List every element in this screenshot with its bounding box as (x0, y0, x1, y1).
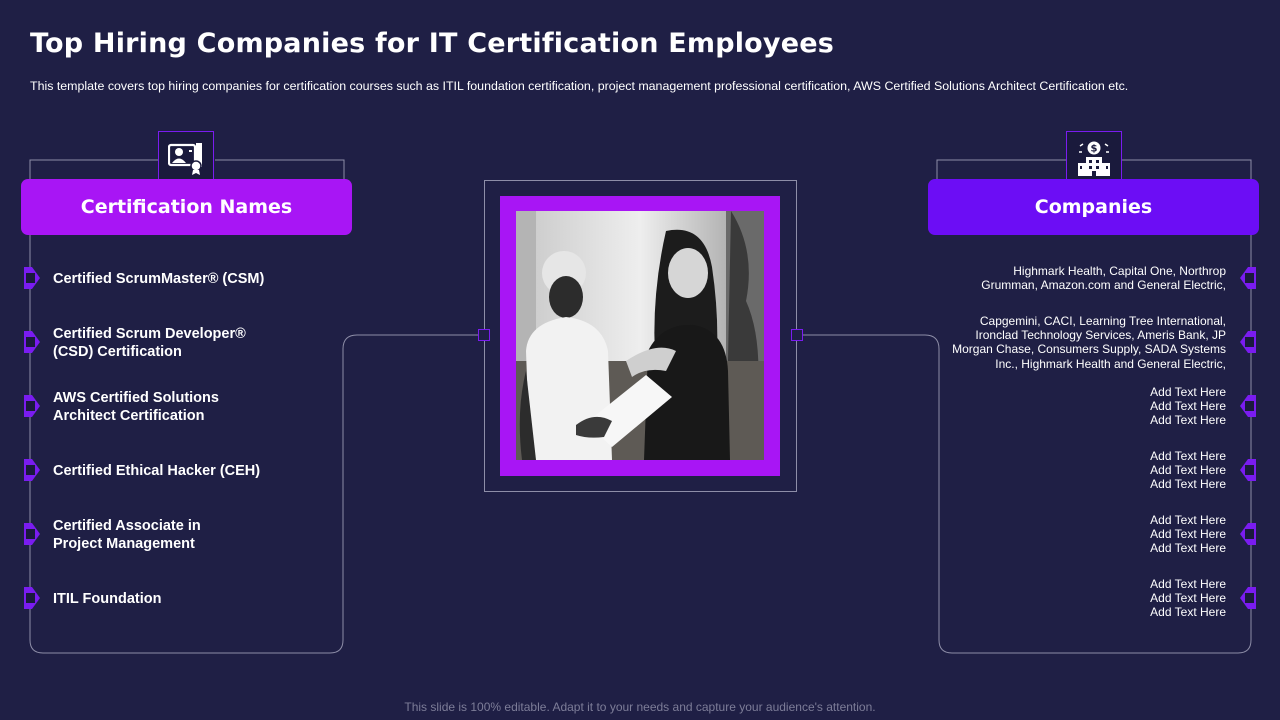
chevron-bullet-icon (1240, 459, 1256, 481)
certification-names-header: Certification Names (21, 179, 352, 235)
chevron-bullet-icon (1240, 587, 1256, 609)
company-item: Add Text Here Add Text Here Add Text Her… (1150, 577, 1226, 620)
bank-building-icon: $ (1078, 141, 1110, 176)
chevron-bullet-icon (24, 523, 40, 545)
connector-square (791, 329, 803, 341)
chevron-bullet-icon (1240, 523, 1256, 545)
slide-footer: This slide is 100% editable. Adapt it to… (404, 700, 876, 714)
chevron-bullet-icon (24, 587, 40, 609)
certification-item: Certified Ethical Hacker (CEH) (53, 463, 261, 479)
certification-item: Certified ScrumMaster® (CSM) (53, 271, 265, 287)
chevron-bullet-icon (24, 395, 40, 417)
company-item: Capgemini, CACI, Learning Tree Internati… (952, 314, 1226, 371)
two-women-photo (516, 211, 764, 460)
chevron-bullet-icon (24, 459, 40, 481)
chevron-bullet-icon (24, 331, 40, 353)
chevron-bullet-icon (1240, 267, 1256, 289)
certification-item: AWS Certified Solutions Architect Certif… (53, 390, 219, 424)
certification-item: ITIL Foundation (53, 591, 162, 607)
company-item: Add Text Here Add Text Here Add Text Her… (1150, 385, 1226, 428)
certificate-icon (168, 143, 202, 175)
certification-item: Certified Associate in Project Managemen… (53, 518, 201, 552)
svg-text:$: $ (1091, 144, 1098, 155)
company-item: Add Text Here Add Text Here Add Text Her… (1150, 449, 1226, 492)
chevron-bullet-icon (1240, 331, 1256, 353)
company-item: Highmark Health, Capital One, Northrop G… (981, 264, 1226, 293)
connector-square (478, 329, 490, 341)
company-item: Add Text Here Add Text Here Add Text Her… (1150, 513, 1226, 556)
companies-header: Companies (928, 179, 1259, 235)
chevron-bullet-icon (24, 267, 40, 289)
chevron-bullet-icon (1240, 395, 1256, 417)
certification-item: Certified Scrum Developer® (CSD) Certifi… (53, 326, 246, 360)
